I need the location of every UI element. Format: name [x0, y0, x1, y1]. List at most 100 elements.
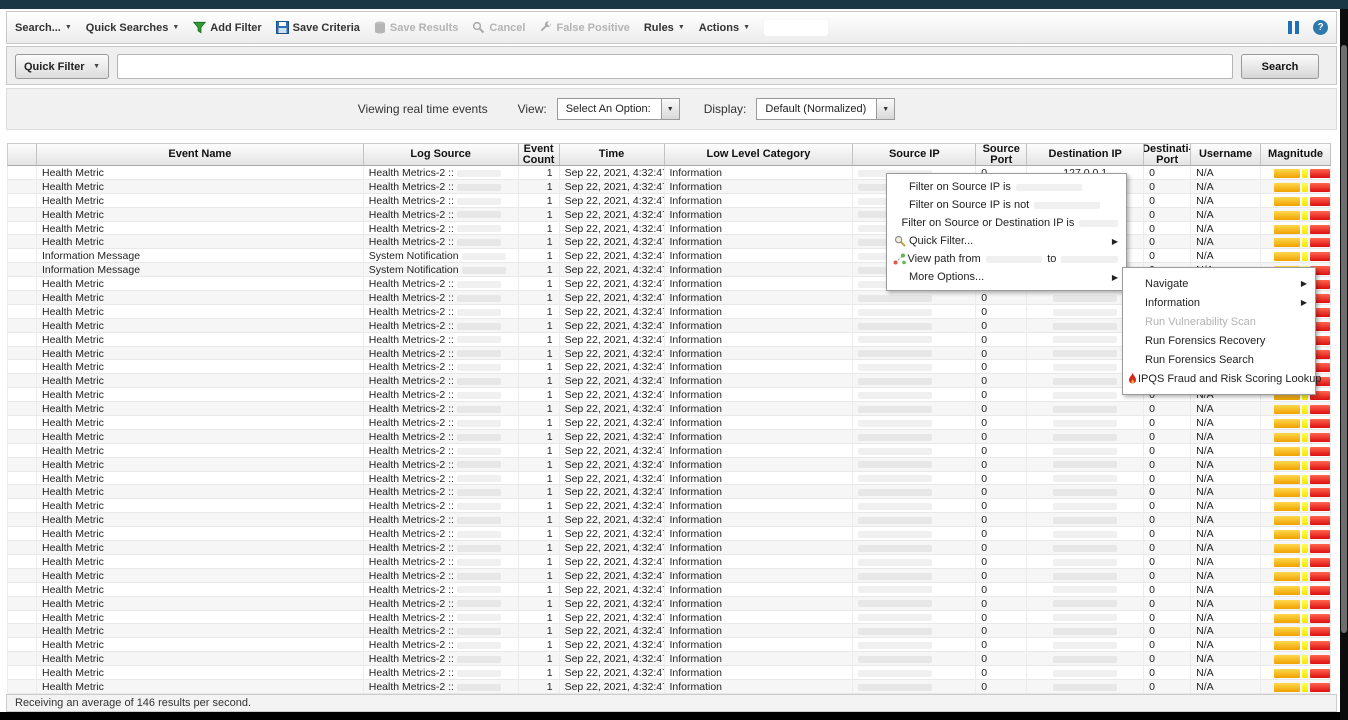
event-count-cell: 1	[519, 513, 560, 526]
table-row[interactable]: Health MetricHealth Metrics-2 :: 1Sep 22…	[7, 416, 1331, 430]
column-header-time[interactable]: Time	[560, 144, 665, 165]
username-cell: N/A	[1191, 666, 1261, 679]
table-row[interactable]: Health MetricHealth Metrics-2 :: 1Sep 22…	[7, 222, 1331, 236]
menu-item-quick-filter[interactable]: Quick Filter...▶	[887, 232, 1126, 250]
table-row[interactable]: Health MetricHealth Metrics-2 :: 1Sep 22…	[7, 624, 1331, 638]
column-header-source-port[interactable]: Source Port	[976, 144, 1027, 165]
source-port-cell: 0	[976, 638, 1027, 651]
magnitude-bar	[1266, 473, 1330, 484]
view-select[interactable]: Select An Option: ▼	[557, 98, 680, 120]
menu-item-filter-source-ip-is[interactable]: Filter on Source IP is	[887, 178, 1126, 196]
table-row[interactable]: Health MetricHealth Metrics-2 :: 1Sep 22…	[7, 194, 1331, 208]
table-row[interactable]: Health MetricHealth Metrics-2 :: 1Sep 22…	[7, 430, 1331, 444]
time-cell: Sep 22, 2021, 4:32:47 PM	[560, 569, 665, 582]
save-criteria-button[interactable]: Save Criteria	[276, 21, 360, 34]
username-cell: N/A	[1191, 527, 1261, 540]
menu-item-run-forensics-recovery[interactable]: Run Forensics Recovery	[1123, 331, 1315, 350]
table-row[interactable]: Health MetricHealth Metrics-2 :: 1Sep 22…	[7, 402, 1331, 416]
table-row[interactable]: Information MessageSystem Notification 1…	[7, 249, 1331, 263]
search-menu[interactable]: Search...▼	[15, 22, 72, 34]
column-header-low-level-category[interactable]: Low Level Category	[665, 144, 854, 165]
menu-item-information[interactable]: Information▶	[1123, 293, 1315, 312]
filter-type-dropdown[interactable]: Quick Filter ▼	[15, 54, 109, 79]
destination-ip-cell	[1027, 499, 1144, 512]
table-row[interactable]: Health MetricHealth Metrics-2 :: 1Sep 22…	[7, 583, 1331, 597]
scrollbar-thumb[interactable]	[1341, 45, 1347, 633]
column-header-log-source[interactable]: Log Source	[364, 144, 519, 165]
help-icon[interactable]: ?	[1313, 20, 1328, 35]
redacted-text	[457, 170, 501, 177]
table-row[interactable]: Health MetricHealth Metrics-2 :: 1Sep 22…	[7, 555, 1331, 569]
table-row[interactable]: Health MetricHealth Metrics-2 :: 1Sep 22…	[7, 652, 1331, 666]
event-name-cell: Health Metric	[37, 611, 364, 624]
redacted-text	[1053, 517, 1117, 524]
menu-item-label: View path from	[907, 253, 980, 265]
row-select-cell	[8, 666, 37, 679]
search-input[interactable]	[117, 54, 1233, 79]
table-row[interactable]: Health MetricHealth Metrics-2 :: 1Sep 22…	[7, 235, 1331, 249]
table-row[interactable]: Health MetricHealth Metrics-2 :: 1Sep 22…	[7, 611, 1331, 625]
table-row[interactable]: Health MetricHealth Metrics-2 :: 1Sep 22…	[7, 458, 1331, 472]
rules-menu[interactable]: Rules▼	[644, 22, 685, 34]
redacted-text	[1053, 336, 1117, 343]
display-select[interactable]: Default (Normalized) ▼	[756, 98, 895, 120]
search-button[interactable]: Search	[1241, 54, 1319, 79]
menu-item-filter-source-ip-is-not[interactable]: Filter on Source IP is not	[887, 196, 1126, 214]
row-select-cell	[8, 180, 37, 193]
destination-port-cell: 0	[1144, 472, 1191, 485]
pause-stream-button[interactable]	[1288, 21, 1299, 34]
table-row[interactable]: Health MetricHealth Metrics-2 :: 1Sep 22…	[7, 597, 1331, 611]
table-row[interactable]: Health MetricHealth Metrics-2 :: 1Sep 22…	[7, 485, 1331, 499]
time-cell: Sep 22, 2021, 4:32:47 PM	[560, 249, 665, 262]
menu-item-run-forensics-search[interactable]: Run Forensics Search	[1123, 350, 1315, 369]
redacted-text	[1053, 392, 1117, 399]
save-icon	[276, 21, 289, 34]
redacted-text	[457, 475, 501, 482]
add-filter-button[interactable]: Add Filter	[193, 21, 261, 34]
actions-menu[interactable]: Actions▼	[699, 22, 750, 34]
menu-item-ipqs-fraud-lookup[interactable]: IPQS Fraud and Risk Scoring Lookup	[1123, 369, 1315, 388]
table-row[interactable]: Health MetricHealth Metrics-2 :: 1Sep 22…	[7, 444, 1331, 458]
redacted-text	[858, 614, 932, 621]
menu-item-filter-source-or-destination-ip-is[interactable]: Filter on Source or Destination IP is	[887, 214, 1126, 232]
table-row[interactable]: Health MetricHealth Metrics-2 :: 1Sep 22…	[7, 527, 1331, 541]
column-header-event-name[interactable]: Event Name	[37, 144, 364, 165]
destination-port-cell: 0	[1144, 180, 1191, 193]
column-header-source-ip[interactable]: Source IP	[853, 144, 976, 165]
column-header-magnitude[interactable]: Magnitude	[1261, 144, 1331, 165]
quick-searches-menu[interactable]: Quick Searches▼	[86, 22, 180, 34]
table-row[interactable]: Health MetricHealth Metrics-2 :: 1Sep 22…	[7, 166, 1331, 180]
table-row[interactable]: Health MetricHealth Metrics-2 :: 1Sep 22…	[7, 208, 1331, 222]
destination-ip-cell	[1027, 666, 1144, 679]
magnitude-cell	[1261, 458, 1331, 471]
cancel-icon	[472, 21, 485, 34]
table-row[interactable]: Health MetricHealth Metrics-2 :: 1Sep 22…	[7, 680, 1331, 694]
event-name-cell: Health Metric	[37, 235, 364, 248]
menu-item-more-options[interactable]: More Options...▶	[887, 268, 1126, 286]
table-row[interactable]: Health MetricHealth Metrics-2 :: 1Sep 22…	[7, 569, 1331, 583]
source-ip-cell	[853, 513, 976, 526]
vertical-scrollbar[interactable]	[1340, 9, 1348, 720]
magnitude-bar	[1266, 431, 1330, 442]
redacted-text	[858, 642, 932, 649]
table-row[interactable]: Health MetricHealth Metrics-2 :: 1Sep 22…	[7, 666, 1331, 680]
column-header-event-count[interactable]: Event Count	[519, 144, 560, 165]
magnitude-bar	[1266, 486, 1330, 497]
menu-item-view-path[interactable]: View path fromto	[887, 250, 1126, 268]
table-row[interactable]: Health MetricHealth Metrics-2 :: 1Sep 22…	[7, 513, 1331, 527]
time-cell: Sep 22, 2021, 4:32:47 PM	[560, 680, 665, 693]
table-row[interactable]: Health MetricHealth Metrics-2 :: 1Sep 22…	[7, 180, 1331, 194]
toolbar-item-label: Save Results	[390, 22, 458, 34]
username-cell: N/A	[1191, 499, 1261, 512]
column-header-destination-ip[interactable]: Destination IP	[1027, 144, 1144, 165]
table-row[interactable]: Health MetricHealth Metrics-2 :: 1Sep 22…	[7, 472, 1331, 486]
event-count-cell: 1	[519, 222, 560, 235]
table-row[interactable]: Health MetricHealth Metrics-2 :: 1Sep 22…	[7, 499, 1331, 513]
table-row[interactable]: Health MetricHealth Metrics-2 :: 1Sep 22…	[7, 638, 1331, 652]
menu-item-navigate[interactable]: Navigate▶	[1123, 274, 1315, 293]
column-header-username[interactable]: Username	[1191, 144, 1261, 165]
column-header-destinati-port[interactable]: Destinati- Port	[1144, 144, 1191, 165]
source-port-cell: 0	[976, 652, 1027, 665]
table-row[interactable]: Health MetricHealth Metrics-2 :: 1Sep 22…	[7, 541, 1331, 555]
redacted-text	[457, 295, 501, 302]
